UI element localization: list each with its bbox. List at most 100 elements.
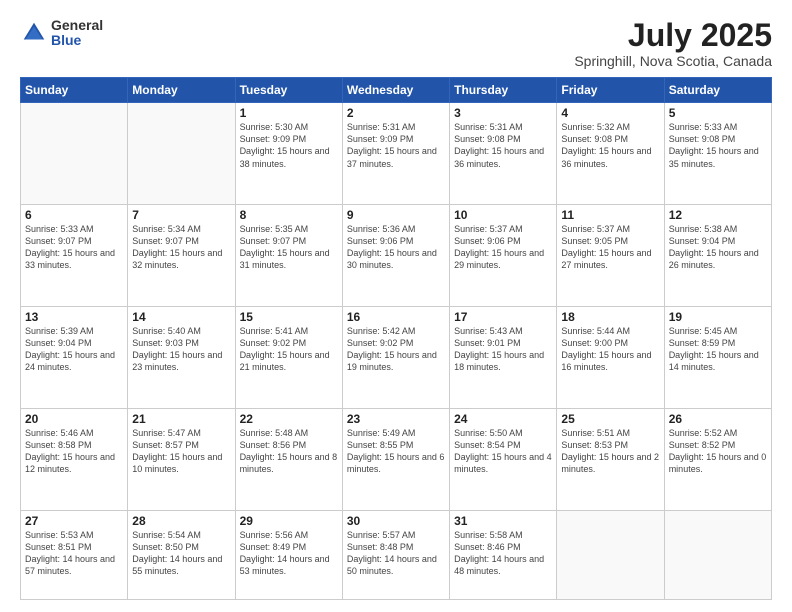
day-number: 1 xyxy=(240,106,338,120)
table-row: 23Sunrise: 5:49 AMSunset: 8:55 PMDayligh… xyxy=(342,408,449,510)
table-row: 30Sunrise: 5:57 AMSunset: 8:48 PMDayligh… xyxy=(342,510,449,599)
day-number: 16 xyxy=(347,310,445,324)
table-row: 11Sunrise: 5:37 AMSunset: 9:05 PMDayligh… xyxy=(557,205,664,307)
day-info: Sunrise: 5:38 AMSunset: 9:04 PMDaylight:… xyxy=(669,223,767,272)
col-friday: Friday xyxy=(557,78,664,103)
table-row: 2Sunrise: 5:31 AMSunset: 9:09 PMDaylight… xyxy=(342,103,449,205)
day-info: Sunrise: 5:31 AMSunset: 9:09 PMDaylight:… xyxy=(347,121,445,170)
day-info: Sunrise: 5:51 AMSunset: 8:53 PMDaylight:… xyxy=(561,427,659,476)
day-info: Sunrise: 5:53 AMSunset: 8:51 PMDaylight:… xyxy=(25,529,123,578)
logo-general-text: General xyxy=(51,18,103,33)
day-number: 17 xyxy=(454,310,552,324)
table-row: 8Sunrise: 5:35 AMSunset: 9:07 PMDaylight… xyxy=(235,205,342,307)
day-number: 6 xyxy=(25,208,123,222)
page: General Blue July 2025 Springhill, Nova … xyxy=(0,0,792,612)
day-number: 8 xyxy=(240,208,338,222)
col-saturday: Saturday xyxy=(664,78,771,103)
table-row: 10Sunrise: 5:37 AMSunset: 9:06 PMDayligh… xyxy=(450,205,557,307)
day-number: 20 xyxy=(25,412,123,426)
day-info: Sunrise: 5:42 AMSunset: 9:02 PMDaylight:… xyxy=(347,325,445,374)
table-row: 19Sunrise: 5:45 AMSunset: 8:59 PMDayligh… xyxy=(664,306,771,408)
day-info: Sunrise: 5:30 AMSunset: 9:09 PMDaylight:… xyxy=(240,121,338,170)
day-number: 29 xyxy=(240,514,338,528)
table-row: 5Sunrise: 5:33 AMSunset: 9:08 PMDaylight… xyxy=(664,103,771,205)
day-info: Sunrise: 5:50 AMSunset: 8:54 PMDaylight:… xyxy=(454,427,552,476)
table-row: 31Sunrise: 5:58 AMSunset: 8:46 PMDayligh… xyxy=(450,510,557,599)
day-number: 27 xyxy=(25,514,123,528)
table-row xyxy=(128,103,235,205)
day-info: Sunrise: 5:56 AMSunset: 8:49 PMDaylight:… xyxy=(240,529,338,578)
day-number: 30 xyxy=(347,514,445,528)
day-info: Sunrise: 5:35 AMSunset: 9:07 PMDaylight:… xyxy=(240,223,338,272)
calendar-subtitle: Springhill, Nova Scotia, Canada xyxy=(574,53,772,69)
day-number: 25 xyxy=(561,412,659,426)
day-info: Sunrise: 5:54 AMSunset: 8:50 PMDaylight:… xyxy=(132,529,230,578)
table-row: 12Sunrise: 5:38 AMSunset: 9:04 PMDayligh… xyxy=(664,205,771,307)
day-info: Sunrise: 5:37 AMSunset: 9:05 PMDaylight:… xyxy=(561,223,659,272)
table-row: 22Sunrise: 5:48 AMSunset: 8:56 PMDayligh… xyxy=(235,408,342,510)
table-row: 28Sunrise: 5:54 AMSunset: 8:50 PMDayligh… xyxy=(128,510,235,599)
day-info: Sunrise: 5:39 AMSunset: 9:04 PMDaylight:… xyxy=(25,325,123,374)
day-info: Sunrise: 5:32 AMSunset: 9:08 PMDaylight:… xyxy=(561,121,659,170)
table-row: 21Sunrise: 5:47 AMSunset: 8:57 PMDayligh… xyxy=(128,408,235,510)
day-number: 5 xyxy=(669,106,767,120)
table-row: 29Sunrise: 5:56 AMSunset: 8:49 PMDayligh… xyxy=(235,510,342,599)
logo-icon xyxy=(20,19,48,47)
col-sunday: Sunday xyxy=(21,78,128,103)
day-number: 31 xyxy=(454,514,552,528)
day-info: Sunrise: 5:33 AMSunset: 9:08 PMDaylight:… xyxy=(669,121,767,170)
day-number: 14 xyxy=(132,310,230,324)
day-info: Sunrise: 5:44 AMSunset: 9:00 PMDaylight:… xyxy=(561,325,659,374)
day-number: 24 xyxy=(454,412,552,426)
day-info: Sunrise: 5:45 AMSunset: 8:59 PMDaylight:… xyxy=(669,325,767,374)
day-number: 23 xyxy=(347,412,445,426)
calendar-table: Sunday Monday Tuesday Wednesday Thursday… xyxy=(20,77,772,600)
day-number: 11 xyxy=(561,208,659,222)
table-row: 6Sunrise: 5:33 AMSunset: 9:07 PMDaylight… xyxy=(21,205,128,307)
week-row-4: 20Sunrise: 5:46 AMSunset: 8:58 PMDayligh… xyxy=(21,408,772,510)
table-row: 14Sunrise: 5:40 AMSunset: 9:03 PMDayligh… xyxy=(128,306,235,408)
table-row: 16Sunrise: 5:42 AMSunset: 9:02 PMDayligh… xyxy=(342,306,449,408)
day-number: 3 xyxy=(454,106,552,120)
table-row: 17Sunrise: 5:43 AMSunset: 9:01 PMDayligh… xyxy=(450,306,557,408)
day-number: 4 xyxy=(561,106,659,120)
day-number: 10 xyxy=(454,208,552,222)
header-row: Sunday Monday Tuesday Wednesday Thursday… xyxy=(21,78,772,103)
day-number: 19 xyxy=(669,310,767,324)
table-row: 4Sunrise: 5:32 AMSunset: 9:08 PMDaylight… xyxy=(557,103,664,205)
day-info: Sunrise: 5:52 AMSunset: 8:52 PMDaylight:… xyxy=(669,427,767,476)
week-row-3: 13Sunrise: 5:39 AMSunset: 9:04 PMDayligh… xyxy=(21,306,772,408)
col-wednesday: Wednesday xyxy=(342,78,449,103)
table-row xyxy=(21,103,128,205)
day-info: Sunrise: 5:46 AMSunset: 8:58 PMDaylight:… xyxy=(25,427,123,476)
day-number: 12 xyxy=(669,208,767,222)
day-number: 7 xyxy=(132,208,230,222)
table-row: 3Sunrise: 5:31 AMSunset: 9:08 PMDaylight… xyxy=(450,103,557,205)
title-block: July 2025 Springhill, Nova Scotia, Canad… xyxy=(574,18,772,69)
table-row: 18Sunrise: 5:44 AMSunset: 9:00 PMDayligh… xyxy=(557,306,664,408)
table-row: 20Sunrise: 5:46 AMSunset: 8:58 PMDayligh… xyxy=(21,408,128,510)
day-info: Sunrise: 5:57 AMSunset: 8:48 PMDaylight:… xyxy=(347,529,445,578)
calendar-title: July 2025 xyxy=(574,18,772,53)
logo-blue-text: Blue xyxy=(51,33,103,48)
day-info: Sunrise: 5:48 AMSunset: 8:56 PMDaylight:… xyxy=(240,427,338,476)
day-info: Sunrise: 5:58 AMSunset: 8:46 PMDaylight:… xyxy=(454,529,552,578)
table-row xyxy=(557,510,664,599)
table-row: 27Sunrise: 5:53 AMSunset: 8:51 PMDayligh… xyxy=(21,510,128,599)
day-info: Sunrise: 5:43 AMSunset: 9:01 PMDaylight:… xyxy=(454,325,552,374)
day-number: 18 xyxy=(561,310,659,324)
logo: General Blue xyxy=(20,18,103,49)
col-tuesday: Tuesday xyxy=(235,78,342,103)
day-info: Sunrise: 5:31 AMSunset: 9:08 PMDaylight:… xyxy=(454,121,552,170)
week-row-2: 6Sunrise: 5:33 AMSunset: 9:07 PMDaylight… xyxy=(21,205,772,307)
day-info: Sunrise: 5:49 AMSunset: 8:55 PMDaylight:… xyxy=(347,427,445,476)
day-number: 15 xyxy=(240,310,338,324)
table-row: 13Sunrise: 5:39 AMSunset: 9:04 PMDayligh… xyxy=(21,306,128,408)
table-row: 1Sunrise: 5:30 AMSunset: 9:09 PMDaylight… xyxy=(235,103,342,205)
day-info: Sunrise: 5:34 AMSunset: 9:07 PMDaylight:… xyxy=(132,223,230,272)
table-row: 15Sunrise: 5:41 AMSunset: 9:02 PMDayligh… xyxy=(235,306,342,408)
day-number: 28 xyxy=(132,514,230,528)
day-number: 9 xyxy=(347,208,445,222)
table-row: 9Sunrise: 5:36 AMSunset: 9:06 PMDaylight… xyxy=(342,205,449,307)
day-number: 2 xyxy=(347,106,445,120)
